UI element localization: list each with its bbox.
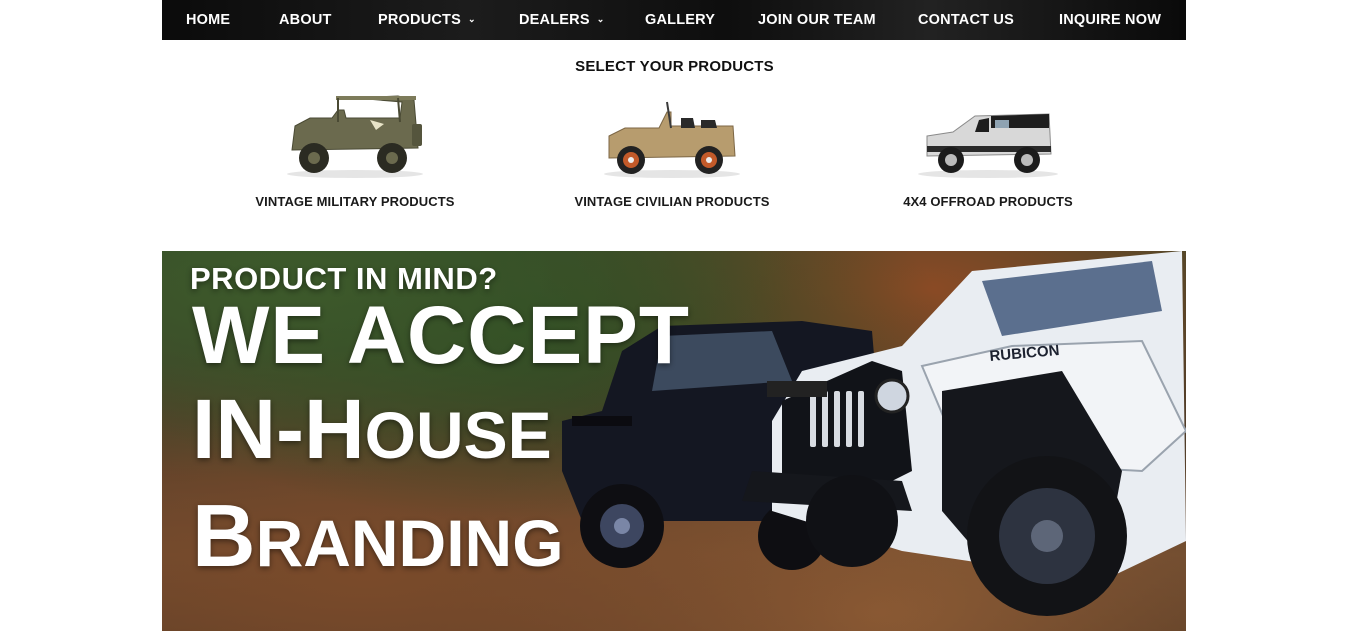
product-label-offroad: 4X4 OFFROAD PRODUCTS [903,194,1073,209]
banner-line-4-big: B [192,486,256,585]
products-section-title: SELECT YOUR PRODUCTS [575,58,774,75]
product-vintage-civilian[interactable]: VINTAGE CIVILIAN PRODUCTS [542,88,802,209]
banner-line-3-small: OUSE [364,398,552,472]
banner-line-4: BRANDING [192,485,564,587]
military-jeep-icon [287,95,423,178]
civilian-jeep-icon [604,101,740,178]
nav-join-label: JOIN OUR TEAM [758,12,876,28]
nav-home-label: HOME [186,12,231,28]
chevron-down-icon: ⌄ [467,13,476,24]
nav-dealers-label: DEALERS [519,12,590,28]
branding-banner[interactable]: RUBICON PRODUCT IN MIND? WE ACCEPT IN-HO… [162,251,1186,631]
chevron-down-icon: ⌄ [596,13,605,24]
product-vintage-military[interactable]: VINTAGE MILITARY PRODUCTS [225,88,485,209]
nav-inquire-now[interactable]: INQUIRE NOW [1059,0,1161,40]
nav-home[interactable]: HOME [186,0,230,40]
main-navbar: HOME ABOUT PRODUCTS ⌄ DEALERS ⌄ GALLERY JO… [162,0,1186,40]
nav-contact-label: CONTACT US [918,12,1014,28]
nav-contact-us[interactable]: CONTACT US [918,0,1014,40]
banner-line-3: IN-HOUSE [192,381,552,478]
nav-products-label: PRODUCTS [378,12,461,28]
nav-inquire-label: INQUIRE NOW [1059,12,1162,28]
nav-about-label: ABOUT [279,12,332,28]
nav-about[interactable]: ABOUT [279,0,332,40]
banner-line-3-big: IN-H [192,382,365,476]
product-label-military: VINTAGE MILITARY PRODUCTS [255,194,455,209]
nav-gallery-label: GALLERY [645,12,716,28]
nav-join-our-team[interactable]: JOIN OUR TEAM [758,0,876,40]
nav-dealers[interactable]: DEALERS ⌄ [519,0,604,40]
product-label-civilian: VINTAGE CIVILIAN PRODUCTS [574,194,770,209]
product-4x4-offroad[interactable]: 4X4 OFFROAD PRODUCTS [858,88,1118,209]
banner-line-2: WE ACCEPT [192,290,690,381]
nav-gallery[interactable]: GALLERY [645,0,715,40]
offroad-jeep-icon [918,113,1058,178]
nav-products[interactable]: PRODUCTS ⌄ [378,0,476,40]
banner-line-4-small: RANDING [255,506,564,580]
